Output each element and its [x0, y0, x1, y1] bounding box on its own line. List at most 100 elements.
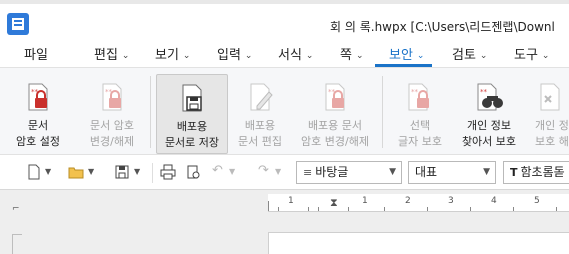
set-document-password-button[interactable]: ** 문서 암호 설정 [0, 74, 76, 154]
menu-tools[interactable]: 도구 ⌄ [514, 44, 549, 63]
chevron-down-icon: ⌄ [121, 51, 130, 61]
chevron-down-icon: ▼ [483, 167, 490, 177]
menu-edit-label: 편집 [94, 48, 118, 63]
chevron-down-icon[interactable]: ▼ [275, 167, 281, 176]
redo-icon[interactable]: ↷ [258, 163, 269, 178]
open-folder-icon[interactable] [68, 164, 84, 180]
chevron-down-icon: ⌄ [416, 51, 425, 61]
button-label-line2: 문서 편집 [238, 135, 282, 148]
menu-insert[interactable]: 입력 ⌄ [217, 44, 252, 63]
quick-toolbar: ▼ ▼ ▼ ↶ ▼ ↷ ▼ ≡ 바탕글 ▼ 대표 ▼ T 함초롬돋 [0, 156, 569, 188]
change-document-password-button[interactable]: ** 문서 암호 변경/해제 [76, 74, 148, 154]
find-protect-private-info-button[interactable]: ** 개인 정보 찾아서 보호 [454, 74, 524, 154]
svg-text:**: ** [480, 88, 488, 96]
print-icon[interactable] [160, 164, 176, 180]
ribbon-separator [150, 76, 151, 148]
edit-distribution-button[interactable]: 배포용 문서 편집 [230, 74, 290, 154]
chevron-down-icon: ⌄ [305, 51, 314, 61]
button-label-line1: 배포용 문서 [307, 119, 363, 132]
button-label-line1: 개인 정보 [535, 119, 569, 132]
remove-private-info-protection-label: 개인 정보 보호 해제 [527, 118, 569, 150]
menu-security-label: 보안 [389, 48, 413, 63]
document-lock-icon: ** [28, 83, 48, 111]
ruler-tick [268, 201, 269, 211]
document-area: ⌐ 1 1 2 3 4 5 ⧗ [0, 189, 569, 254]
button-label-line2: 보호 해제 [535, 135, 569, 148]
new-document-icon[interactable] [26, 164, 42, 180]
font-combo[interactable]: T 함초롬돋 [503, 161, 569, 184]
menu-view[interactable]: 보기 ⌄ [155, 44, 190, 63]
change-distribution-password-button[interactable]: ** 배포용 문서 암호 변경/해제 [292, 74, 378, 154]
chevron-down-icon[interactable]: ▼ [45, 167, 51, 176]
button-label-line1: 문서 [27, 119, 49, 132]
ruler-corner-mark: ⌐ [12, 204, 20, 214]
text-protect-icon: ** [408, 83, 429, 111]
indent-marker-icon[interactable]: ⧗ [330, 196, 338, 210]
set-document-password-label: 문서 암호 설정 [0, 118, 76, 150]
ruler-number: 3 [448, 196, 454, 206]
button-label-line1: 문서 암호 [90, 119, 134, 132]
horizontal-ruler[interactable]: 1 1 2 3 4 5 ⧗ [268, 194, 569, 212]
chevron-down-icon[interactable]: ▼ [88, 167, 94, 176]
menu-format[interactable]: 서식 ⌄ [278, 44, 313, 63]
menu-page[interactable]: 쪽 ⌄ [340, 44, 364, 63]
document-page[interactable] [268, 232, 569, 254]
undo-icon[interactable]: ↶ [212, 163, 223, 178]
menu-insert-label: 입력 [217, 48, 241, 63]
change-distribution-password-label: 배포용 문서 암호 변경/해제 [292, 118, 378, 150]
menu-view-label: 보기 [155, 48, 179, 63]
button-label-line2: 변경/해제 [89, 135, 135, 148]
chevron-down-icon: ⌄ [244, 51, 253, 61]
ruler-number: 4 [491, 196, 497, 206]
find-protect-private-info-label: 개인 정보 찾아서 보호 [454, 118, 524, 150]
security-ribbon: ** 문서 암호 설정 ** 문서 암호 변경/해제 배포용 문서로 저장 배포… [0, 67, 569, 155]
chevron-down-icon[interactable]: ▼ [134, 167, 140, 176]
menu-page-label: 쪽 [340, 48, 352, 63]
chevron-down-icon[interactable]: ▼ [229, 167, 235, 176]
font-icon: T [510, 166, 518, 179]
hwp-app-icon[interactable] [6, 12, 30, 36]
privacy-search-icon: ** [477, 83, 503, 111]
menu-review-label: 검토 [452, 48, 476, 63]
menu-format-label: 서식 [278, 48, 302, 63]
menu-edit[interactable]: 편집 ⌄ [94, 44, 129, 63]
menu-bar: 파일 편집 ⌄ 보기 ⌄ 입력 ⌄ 서식 ⌄ 쪽 ⌄ 보안 ⌄ 검토 ⌄ 도구 ⌄ [0, 38, 569, 66]
protect-selected-text-label: 선택 글자 보호 [388, 118, 452, 150]
ruler-number: 5 [534, 196, 540, 206]
save-as-distribution-button[interactable]: 배포용 문서로 저장 [156, 74, 228, 154]
chevron-down-icon: ⌄ [541, 51, 550, 61]
menu-tools-label: 도구 [514, 48, 538, 63]
menu-review[interactable]: 검토 ⌄ [452, 44, 487, 63]
ruler-tick [470, 207, 471, 211]
chevron-down-icon: ⌄ [479, 51, 488, 61]
paragraph-style-icon: ≡ [303, 166, 313, 179]
print-preview-icon[interactable] [185, 164, 201, 180]
language-combo-value: 대표 [415, 165, 438, 179]
button-label-line1: 배포용 [244, 119, 276, 132]
button-label-line1: 배포용 [176, 120, 208, 133]
chevron-down-icon: ⌄ [355, 51, 364, 61]
ruler-tick [278, 207, 279, 211]
chevron-down-icon: ▼ [389, 167, 396, 177]
save-distribution-icon [182, 84, 202, 112]
language-combo[interactable]: 대표 ▼ [408, 161, 496, 184]
ruler-tick [556, 207, 557, 211]
ruler-tick [348, 207, 349, 211]
ruler-number: 1 [288, 196, 294, 206]
distribution-password-icon: ** [325, 83, 345, 111]
button-label-line1: 개인 정보 [467, 119, 511, 132]
remove-private-info-protection-button[interactable]: 개인 정보 보호 해제 [527, 74, 569, 154]
style-combo-value: 바탕글 [315, 165, 349, 179]
ruler-tick [384, 207, 385, 211]
document-lock-change-icon: ** [102, 83, 122, 111]
ruler-number: 2 [405, 196, 411, 206]
edit-distribution-label: 배포용 문서 편집 [230, 118, 290, 150]
protect-selected-text-button[interactable]: ** 선택 글자 보호 [388, 74, 452, 154]
button-label-line2: 암호 설정 [16, 135, 60, 148]
toolbar-separator [152, 163, 153, 183]
save-icon[interactable] [114, 164, 130, 180]
menu-file[interactable]: 파일 [24, 44, 48, 63]
menu-security[interactable]: 보안 ⌄ [389, 44, 424, 63]
style-combo[interactable]: ≡ 바탕글 ▼ [296, 161, 402, 184]
font-combo-value: 함초롬돋 [520, 165, 565, 179]
